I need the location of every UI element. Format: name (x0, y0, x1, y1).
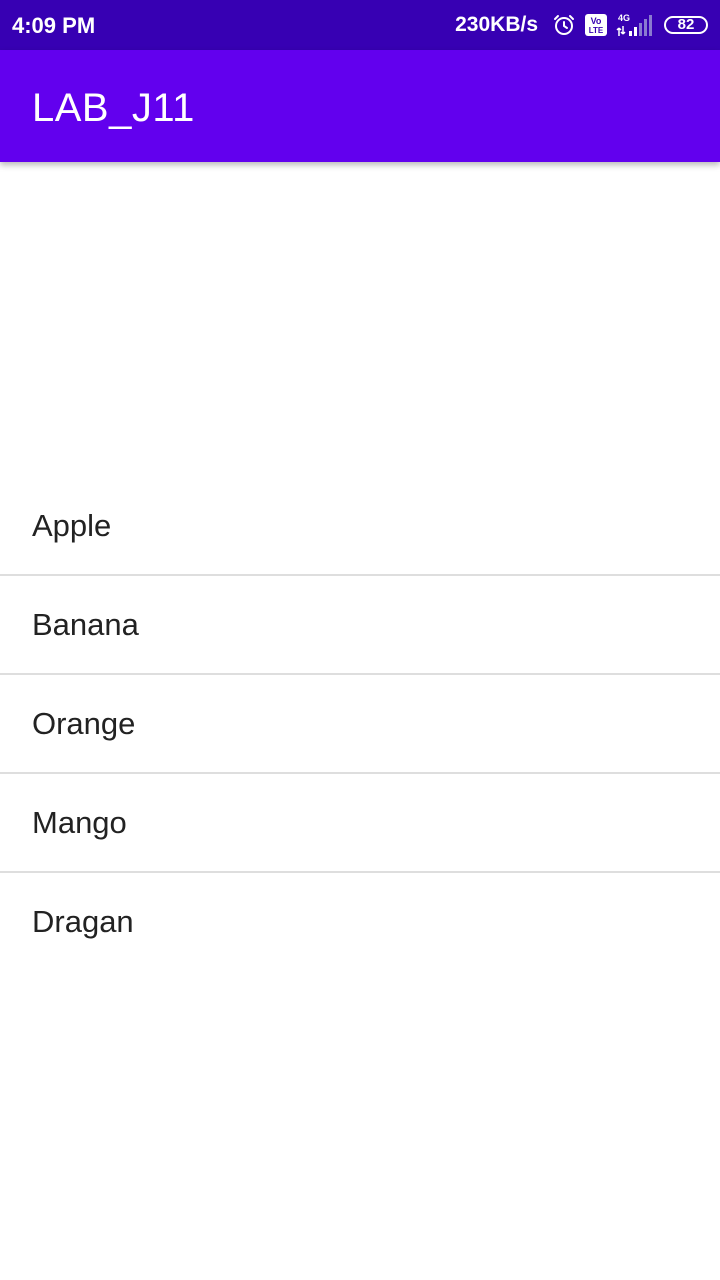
list-item-mango[interactable]: Mango (0, 774, 720, 873)
app-title: LAB_J11 (32, 86, 195, 130)
battery-indicator: 82 (664, 16, 708, 34)
fruit-list: Apple Banana Orange Mango Dragan (0, 477, 720, 970)
list-item-dragan[interactable]: Dragan (0, 873, 720, 970)
network-speed: 230KB/s (455, 13, 538, 36)
4g-signal-icon: 4G (616, 12, 654, 38)
status-time: 4:09 PM (12, 13, 96, 38)
status-bar: 4:09 PM 230KB/s Vo LTE 4G 82 (0, 0, 720, 50)
list-item-orange[interactable]: Orange (0, 675, 720, 774)
network-type-label: 4G (618, 13, 630, 23)
app-bar: LAB_J11 (0, 50, 720, 162)
volte-top-label: Vo (591, 16, 602, 26)
list-item-apple[interactable]: Apple (0, 477, 720, 576)
volte-icon: Vo LTE (584, 13, 608, 37)
volte-bottom-label: LTE (589, 26, 604, 35)
alarm-icon (552, 13, 576, 37)
list-item-banana[interactable]: Banana (0, 576, 720, 675)
status-icons: 230KB/s Vo LTE 4G 82 (455, 10, 708, 40)
